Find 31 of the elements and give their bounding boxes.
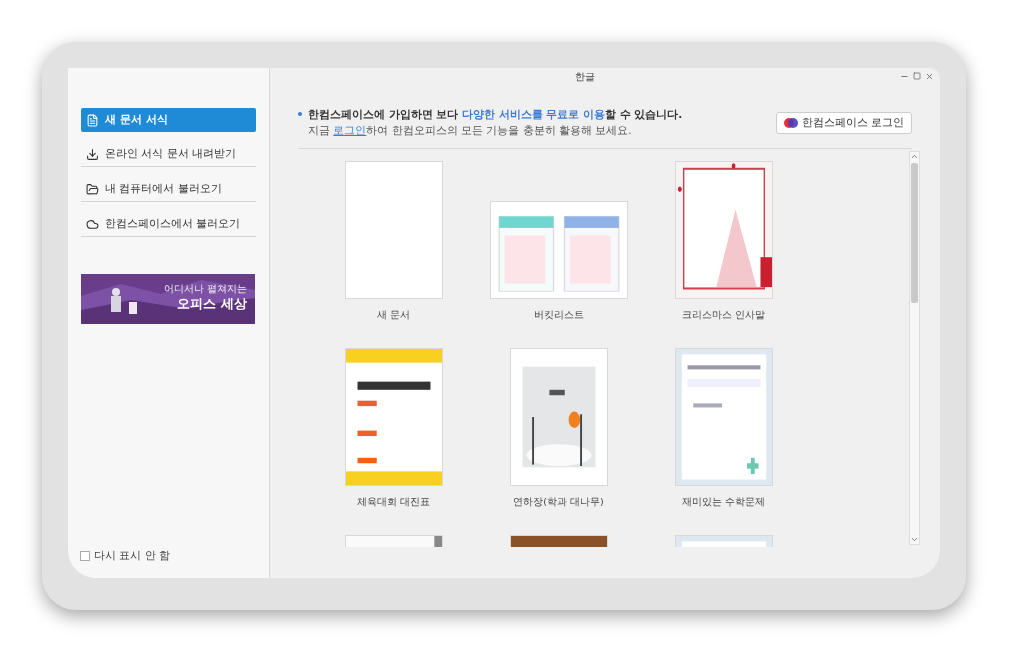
file-icon [86, 113, 99, 127]
scroll-up-icon[interactable] [910, 152, 919, 161]
checkbox-label: 다시 표시 안 함 [94, 548, 170, 564]
template-label: 새 문서 [377, 308, 410, 322]
template-label: 재미있는 수학문제 [682, 495, 765, 509]
cloud-icon [86, 218, 99, 231]
template-label: 크리스마스 인사말 [682, 308, 765, 322]
close-icon[interactable] [925, 71, 934, 81]
sidebar-item[interactable]: 새 문서 서식 [81, 108, 256, 132]
scroll-down-icon[interactable] [910, 535, 919, 544]
download-icon [86, 148, 99, 161]
template-label: 체육대회 대진표 [357, 495, 430, 509]
banner-tagline: 어디서나 펼쳐지는 [163, 282, 247, 295]
window-title: 한글 [574, 69, 596, 84]
scroll-thumb[interactable] [911, 163, 918, 303]
template-label: 버킷리스트 [533, 308, 584, 322]
sidebar-item[interactable]: 내 컴퓨터에서 불러오기 [81, 178, 256, 202]
template-label: 연하장(학과 대나무) [513, 495, 604, 509]
maximize-icon[interactable] [913, 72, 921, 80]
bullet-icon [298, 112, 302, 116]
sidebar-item[interactable]: 한컴스페이스에서 불러오기 [81, 213, 256, 237]
sidebar-item[interactable]: 온라인 서식 문서 내려받기 [81, 143, 256, 167]
login-link[interactable]: 로그인 [333, 124, 367, 136]
folder-icon [86, 183, 99, 196]
login-button[interactable]: 한컴스페이스 로그인 [775, 112, 912, 134]
checkbox[interactable] [80, 551, 90, 562]
scrollbar[interactable] [909, 151, 920, 545]
notice-text: 한컴스페이스에 가입하면 보다 다양한 서비스를 무료로 이용할 수 있습니다. [308, 107, 683, 122]
banner-title: 오피스 세상 [177, 295, 247, 313]
notice-text: 지금 로그인하여 한컴오피스의 모든 기능을 충분히 활용해 보세요. [308, 123, 633, 138]
logo-icon [783, 118, 798, 128]
